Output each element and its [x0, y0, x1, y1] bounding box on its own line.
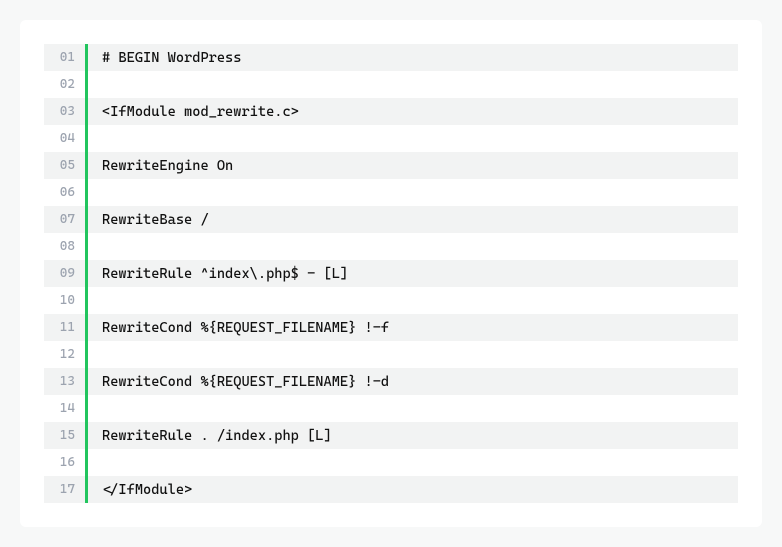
- line-text: [88, 395, 738, 422]
- line-text: [88, 179, 738, 206]
- line-text: [88, 287, 738, 314]
- code-line: 15 RewriteRule . /index.php [L]: [44, 422, 738, 449]
- line-text: RewriteRule . /index.php [L]: [88, 422, 738, 449]
- code-line: 14: [44, 395, 738, 422]
- code-line: 05 RewriteEngine On: [44, 152, 738, 179]
- line-number: 05: [44, 152, 88, 179]
- line-number: 14: [44, 395, 88, 422]
- line-text: </IfModule>: [88, 476, 738, 503]
- line-number: 08: [44, 233, 88, 260]
- code-line: 04: [44, 125, 738, 152]
- code-line: 12: [44, 341, 738, 368]
- line-text: RewriteCond %{REQUEST_FILENAME} !-d: [88, 368, 738, 395]
- line-text: # BEGIN WordPress: [88, 44, 738, 71]
- line-text: RewriteEngine On: [88, 152, 738, 179]
- line-number: 17: [44, 476, 88, 503]
- code-block: 01 # BEGIN WordPress 02 03 <IfModule mod…: [44, 44, 738, 503]
- code-card: 01 # BEGIN WordPress 02 03 <IfModule mod…: [20, 20, 762, 527]
- line-text: [88, 233, 738, 260]
- line-number: 15: [44, 422, 88, 449]
- line-text: [88, 449, 738, 476]
- line-text: <IfModule mod_rewrite.c>: [88, 98, 738, 125]
- line-text: [88, 71, 738, 98]
- line-text: [88, 125, 738, 152]
- line-number: 04: [44, 125, 88, 152]
- code-line: 08: [44, 233, 738, 260]
- line-number: 07: [44, 206, 88, 233]
- line-number: 10: [44, 287, 88, 314]
- code-line: 02: [44, 71, 738, 98]
- line-number: 01: [44, 44, 88, 71]
- code-line: 09 RewriteRule ^index\.php$ - [L]: [44, 260, 738, 287]
- line-text: RewriteBase /: [88, 206, 738, 233]
- code-line: 06: [44, 179, 738, 206]
- code-line: 16: [44, 449, 738, 476]
- line-number: 11: [44, 314, 88, 341]
- code-line: 01 # BEGIN WordPress: [44, 44, 738, 71]
- line-number: 06: [44, 179, 88, 206]
- code-line: 07 RewriteBase /: [44, 206, 738, 233]
- code-line: 10: [44, 287, 738, 314]
- code-line: 03 <IfModule mod_rewrite.c>: [44, 98, 738, 125]
- line-number: 13: [44, 368, 88, 395]
- line-number: 12: [44, 341, 88, 368]
- code-line: 13 RewriteCond %{REQUEST_FILENAME} !-d: [44, 368, 738, 395]
- line-number: 16: [44, 449, 88, 476]
- line-number: 02: [44, 71, 88, 98]
- code-line: 17 </IfModule>: [44, 476, 738, 503]
- line-text: RewriteRule ^index\.php$ - [L]: [88, 260, 738, 287]
- line-number: 09: [44, 260, 88, 287]
- line-number: 03: [44, 98, 88, 125]
- line-text: RewriteCond %{REQUEST_FILENAME} !-f: [88, 314, 738, 341]
- code-line: 11 RewriteCond %{REQUEST_FILENAME} !-f: [44, 314, 738, 341]
- line-text: [88, 341, 738, 368]
